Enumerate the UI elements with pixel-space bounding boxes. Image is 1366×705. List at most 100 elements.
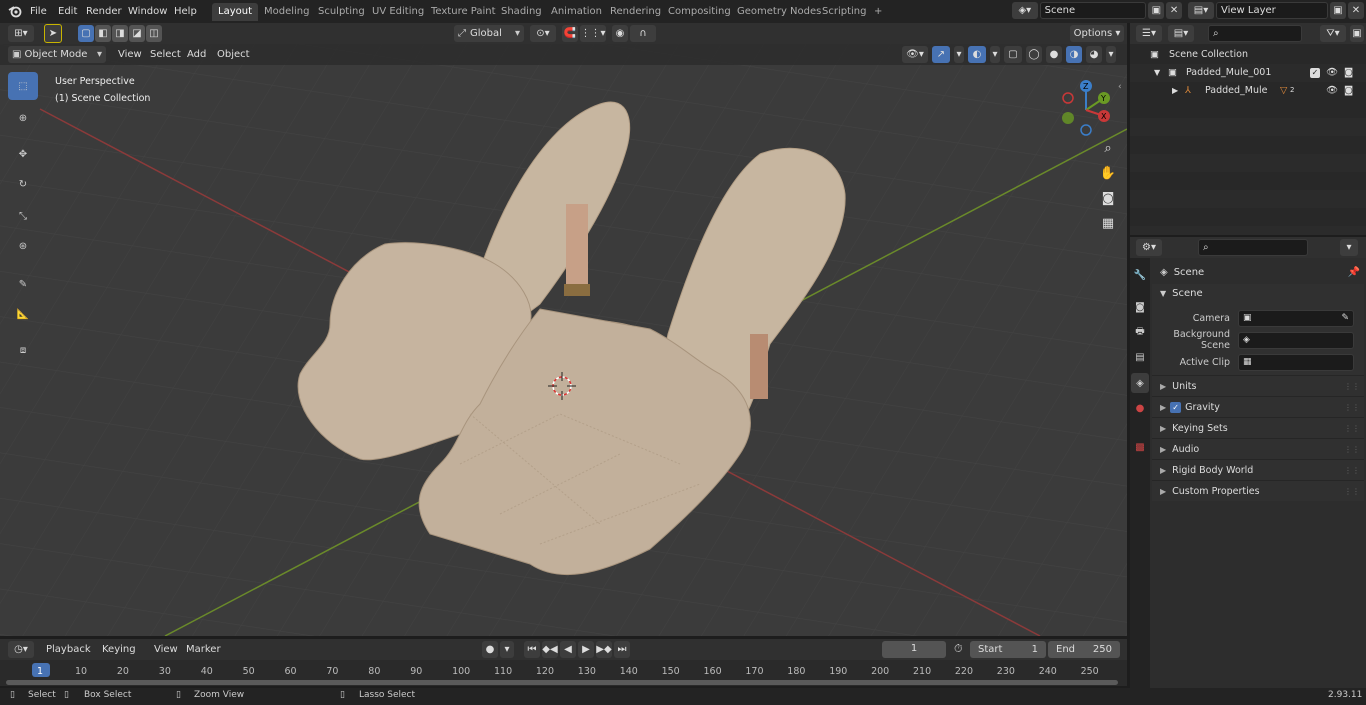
tab-[interactable]: + bbox=[868, 3, 888, 21]
transform-orientation-dropdown[interactable]: ⤢ Global ▾ bbox=[454, 25, 524, 42]
viewport-scene[interactable] bbox=[0, 44, 1127, 636]
tab-animation[interactable]: Animation bbox=[545, 3, 608, 21]
menu-render[interactable]: Render bbox=[80, 3, 128, 20]
rendered-shading-icon[interactable]: ◕ bbox=[1086, 46, 1102, 63]
cursor-tool-icon[interactable]: ⊕ bbox=[8, 104, 38, 132]
section-audio[interactable]: ▶ Audio ⋮⋮ bbox=[1152, 438, 1364, 459]
outliner-item-padded-mule-001[interactable]: ▼ ▣ Padded_Mule_001 ✓ 👁 ◙ bbox=[1130, 64, 1366, 82]
tab-texture-paint[interactable]: Texture Paint bbox=[425, 3, 502, 21]
auto-key-icon[interactable]: ● bbox=[482, 641, 498, 658]
pin-icon[interactable]: 📌 bbox=[1348, 267, 1360, 278]
tab-scripting[interactable]: Scripting bbox=[816, 3, 872, 21]
options-dropdown[interactable]: Options ▾ bbox=[1070, 25, 1124, 42]
close-scene-icon[interactable]: ✕ bbox=[1166, 2, 1183, 19]
outliner-editor-icon[interactable]: ☰▾ bbox=[1136, 25, 1162, 42]
timeline-menu-view[interactable]: View bbox=[148, 641, 184, 658]
move-tool-icon[interactable]: ✥ bbox=[8, 140, 38, 168]
menu-help[interactable]: Help bbox=[168, 3, 203, 20]
jump-end-icon[interactable]: ⏭ bbox=[614, 641, 630, 658]
keyframe-dropdown-icon[interactable]: ▾ bbox=[500, 641, 514, 658]
timeline-scrollbar[interactable] bbox=[6, 680, 1118, 685]
snap-toggle-icon[interactable]: 🧲 bbox=[562, 25, 578, 42]
shading-dropdown-icon[interactable]: ▾ bbox=[1106, 46, 1116, 63]
new-scene-icon[interactable]: ▣ bbox=[1148, 2, 1165, 19]
view-layer-icon[interactable]: ▤▾ bbox=[1188, 2, 1214, 19]
drag-handle-icon[interactable]: ⋮⋮ bbox=[1344, 466, 1360, 475]
section-custom-properties[interactable]: ▶ Custom Properties ⋮⋮ bbox=[1152, 480, 1364, 501]
drag-handle-icon[interactable]: ⋮⋮ bbox=[1344, 403, 1360, 412]
tab-sculpting[interactable]: Sculpting bbox=[312, 3, 371, 21]
tweak-tool-icon[interactable]: ➤ bbox=[44, 24, 62, 43]
viewport-menu-add[interactable]: Add bbox=[181, 46, 212, 63]
sidebar-toggle-icon[interactable]: ‹ bbox=[1118, 82, 1122, 92]
section-gravity[interactable]: ▶ ✓ Gravity ⋮⋮ bbox=[1152, 396, 1364, 417]
tab-geometry-nodes[interactable]: Geometry Nodes bbox=[731, 3, 827, 21]
scene-selector[interactable]: ◈▾ Scene ▣ ✕ bbox=[1012, 2, 1183, 20]
blender-logo-icon[interactable] bbox=[8, 4, 22, 18]
proportional-falloff-icon[interactable]: ∩ bbox=[630, 25, 656, 42]
zoom-icon[interactable]: ⌕ bbox=[1097, 141, 1119, 163]
overlay-toggle-icon[interactable]: ◐ bbox=[968, 46, 986, 63]
camera-view-icon[interactable]: ◙ bbox=[1097, 191, 1119, 213]
view-layer-name-field[interactable]: View Layer bbox=[1216, 2, 1328, 19]
outliner-item-padded-mule[interactable]: ▶ ⅄ Padded_Mule ▽ 2 👁 ◙ bbox=[1130, 82, 1366, 100]
eyedropper-icon[interactable]: ✎ bbox=[1341, 311, 1349, 326]
rotate-tool-icon[interactable]: ↻ bbox=[8, 170, 38, 198]
scale-tool-icon[interactable]: ⤡ bbox=[8, 202, 38, 230]
xray-toggle-icon[interactable]: ▢ bbox=[1004, 46, 1022, 63]
prop-field-camera[interactable]: ▣ ✎ bbox=[1238, 309, 1354, 327]
tab-shading[interactable]: Shading bbox=[495, 3, 548, 21]
properties-options-icon[interactable]: ▾ bbox=[1340, 239, 1358, 256]
gizmo-dropdown-icon[interactable]: ▾ bbox=[954, 46, 964, 63]
outliner-root-row[interactable]: ▣ Scene Collection bbox=[1130, 46, 1366, 64]
world-tab-icon[interactable]: ● bbox=[1131, 398, 1149, 418]
timeline-editor-icon[interactable]: ◷▾ bbox=[8, 641, 34, 658]
viewport-menu-object[interactable]: Object bbox=[211, 46, 256, 63]
tab-uv-editing[interactable]: UV Editing bbox=[366, 3, 430, 21]
outliner-search-input[interactable]: ⌕ bbox=[1208, 25, 1302, 42]
ortho-grid-icon[interactable]: ▦ bbox=[1097, 216, 1119, 238]
prop-field-background-scene[interactable]: ◈ bbox=[1238, 331, 1354, 349]
wireframe-shading-icon[interactable]: ◯ bbox=[1026, 46, 1042, 63]
prop-field-active-clip[interactable]: ▦ bbox=[1238, 353, 1354, 371]
scene-panel-header[interactable]: ▼ Scene bbox=[1152, 284, 1364, 303]
editor-type-icon[interactable]: ⊞▾ bbox=[8, 25, 34, 42]
tab-modeling[interactable]: Modeling bbox=[258, 3, 316, 21]
snap-target-icon[interactable]: ⋮⋮▾ bbox=[580, 25, 606, 42]
measure-tool-icon[interactable]: 📐 bbox=[8, 300, 38, 328]
transform-tool-icon[interactable]: ⊛ bbox=[8, 232, 38, 260]
view-layer-tab-icon[interactable]: ▤ bbox=[1131, 347, 1149, 367]
select-new-icon[interactable]: ▢ bbox=[78, 25, 94, 42]
overlay-dropdown-icon[interactable]: ▾ bbox=[990, 46, 1000, 63]
annotate-tool-icon[interactable]: ✎ bbox=[8, 270, 38, 298]
properties-search-input[interactable]: ⌕ bbox=[1198, 239, 1308, 256]
timeline-menu-marker[interactable]: Marker bbox=[180, 641, 227, 658]
eye-icon[interactable]: 👁 bbox=[1326, 64, 1338, 82]
expand-arrow-icon[interactable]: ▶ bbox=[1172, 82, 1178, 100]
end-frame-field[interactable]: End 250 bbox=[1048, 641, 1120, 658]
tab-layout[interactable]: Layout bbox=[212, 3, 258, 21]
mode-dropdown[interactable]: ▣ Object Mode ▾ bbox=[8, 46, 106, 63]
filter-icon[interactable]: ⛛▾ bbox=[1320, 25, 1346, 42]
select-invert-icon[interactable]: ◪ bbox=[129, 25, 145, 42]
close-view-layer-icon[interactable]: ✕ bbox=[1348, 2, 1364, 19]
prev-keyframe-icon[interactable]: ◆◀ bbox=[542, 641, 558, 658]
timeline-menu-playback[interactable]: Playback bbox=[40, 641, 97, 658]
display-mode-icon[interactable]: ▤▾ bbox=[1168, 25, 1194, 42]
navigation-gizmo[interactable]: Z Y X bbox=[1053, 74, 1123, 144]
play-reverse-icon[interactable]: ◀ bbox=[560, 641, 576, 658]
scene-name-field[interactable]: Scene bbox=[1039, 2, 1147, 19]
solid-shading-icon[interactable]: ● bbox=[1046, 46, 1062, 63]
gizmo-toggle-icon[interactable]: ↗ bbox=[932, 46, 950, 63]
start-frame-field[interactable]: Start 1 bbox=[970, 641, 1046, 658]
menu-window[interactable]: Window bbox=[122, 3, 173, 20]
tab-compositing[interactable]: Compositing bbox=[662, 3, 737, 21]
texture-tab-icon[interactable]: ▩ bbox=[1131, 437, 1149, 457]
preview-range-icon[interactable]: ⏱ bbox=[954, 642, 963, 656]
viewport-shading-group[interactable]: 👁▾ ↗ ▾ ◐ ▾ ▢ ◯ ● ◑ ◕ ▾ bbox=[902, 46, 1116, 63]
select-box-tool-icon[interactable]: ⬚ bbox=[8, 72, 38, 100]
render-tab-icon[interactable]: ◙ bbox=[1131, 297, 1149, 317]
visibility-icon[interactable]: 👁▾ bbox=[902, 46, 928, 63]
new-view-layer-icon[interactable]: ▣ bbox=[1330, 2, 1346, 19]
section-keying-sets[interactable]: ▶ Keying Sets ⋮⋮ bbox=[1152, 417, 1364, 438]
